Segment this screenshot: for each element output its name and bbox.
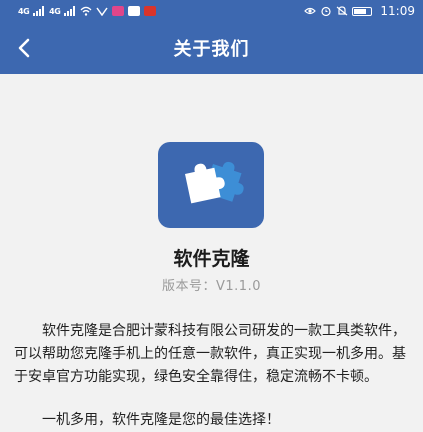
app-version: 版本号：V1.1.0 — [162, 279, 261, 294]
alarm-icon — [321, 6, 332, 16]
app-icon — [112, 6, 125, 16]
app-logo — [158, 142, 264, 228]
status-time: 11:09 — [380, 4, 415, 18]
page-title: 关于我们 — [173, 39, 250, 60]
status-right: 11:09 — [304, 4, 415, 18]
back-button[interactable] — [6, 30, 42, 66]
mute-icon — [337, 6, 348, 16]
chevron-left-icon — [18, 38, 30, 58]
signal-icon: 4G — [18, 6, 30, 16]
notification-icon — [96, 7, 108, 16]
title-bar: 关于我们 — [0, 22, 423, 74]
status-left: 4G 4G — [18, 6, 157, 16]
puzzle-icon — [185, 161, 244, 204]
signal-bars-icon — [33, 6, 45, 16]
app-icon — [128, 6, 141, 16]
battery-icon — [352, 6, 373, 16]
status-bar: 4G 4G 11:09 — [0, 0, 423, 22]
signal-bars-icon-2 — [64, 6, 76, 16]
eye-icon — [304, 7, 317, 15]
app-icon — [144, 6, 157, 16]
wifi-icon — [80, 6, 92, 16]
app-name: 软件克隆 — [173, 248, 250, 270]
signal-icon-2: 4G — [49, 6, 61, 16]
app-slogan: 一机多用，软件克隆是您的最佳选择！ — [42, 412, 280, 428]
app-description: 软件克隆是合肥计蒙科技有限公司研发的一款工具类软件，可以帮助您克隆手机上的任意一… — [14, 323, 406, 385]
